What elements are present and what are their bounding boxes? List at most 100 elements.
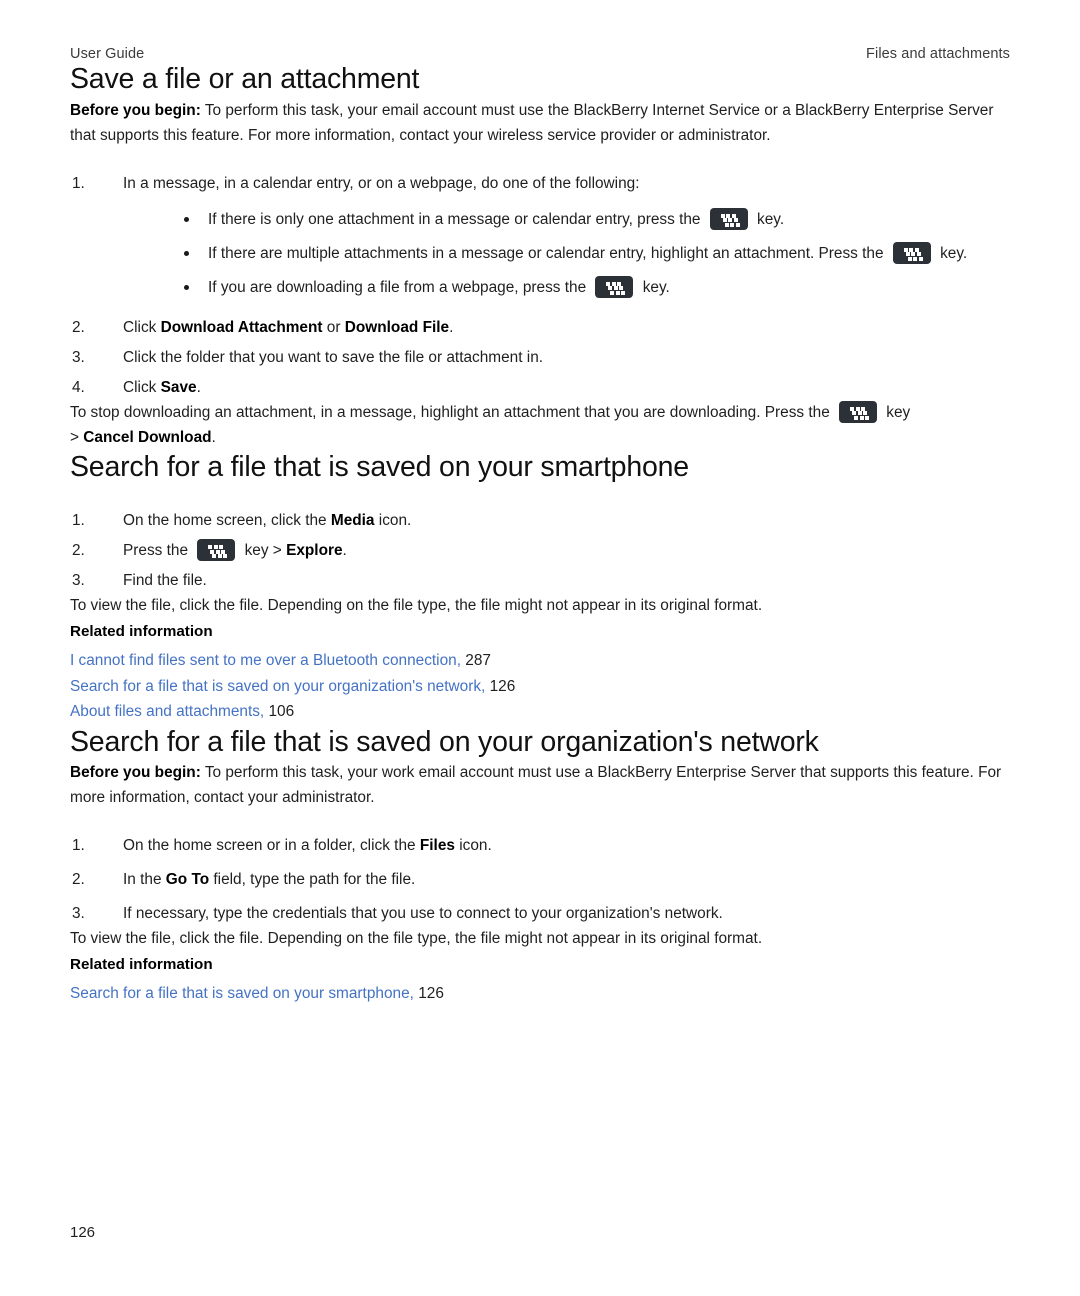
blackberry-menu-key-icon	[839, 400, 878, 423]
before-you-begin-text: To perform this task, your email account…	[70, 101, 994, 144]
page-number: 126	[70, 1224, 96, 1241]
step-text-post: .	[196, 378, 201, 396]
related-information-list: I cannot find files sent to me over a Bl…	[70, 648, 1010, 725]
related-link[interactable]: I cannot find files sent to me over a Bl…	[70, 652, 461, 669]
step-text-post: field, type the path for the file.	[209, 871, 416, 889]
related-link-page: 126	[489, 677, 516, 695]
step-text: If necessary, type the credentials that …	[123, 905, 723, 923]
step-bold-files: Files	[419, 837, 455, 855]
step-bold-go-to: Go To	[165, 871, 210, 889]
stop-line2-post: .	[211, 428, 216, 446]
step-text-pre: Click	[123, 318, 161, 336]
step-number: 1.	[72, 837, 85, 855]
step-item: 3. Click the folder that you want to sav…	[70, 346, 1010, 370]
view-file-paragraph: To view the file, click the file. Depend…	[70, 930, 763, 948]
step-number: 3.	[72, 905, 85, 923]
blackberry-menu-key-icon	[709, 207, 748, 230]
list-item: About files and attachments, 106	[70, 699, 1010, 725]
view-file-paragraph: To view the file, click the file. Depend…	[70, 597, 763, 615]
step-bold-media: Media	[330, 512, 375, 530]
step-number: 3.	[72, 572, 85, 590]
step-text: Find the file.	[123, 572, 207, 590]
step-text-pre: On the home screen or in a folder, click…	[123, 837, 420, 855]
bullet-text-post: key.	[752, 210, 785, 228]
bullet-dot-icon	[184, 250, 189, 256]
step-text-mid: or	[322, 318, 345, 336]
step-item: 3. If necessary, type the credentials th…	[70, 902, 1010, 926]
bullet-text-pre: If you are downloading a file from a web…	[208, 278, 591, 296]
list-item: Search for a file that is saved on your …	[70, 981, 1010, 1007]
step-text: In a message, in a calendar entry, or on…	[123, 174, 640, 192]
running-header: User Guide Files and attachments	[60, 0, 1020, 62]
related-link-page: 126	[418, 985, 444, 1003]
step-item: 1. On the home screen, click the Media i…	[70, 509, 1010, 533]
step-number: 1.	[72, 174, 85, 192]
step-item: 1. On the home screen or in a folder, cl…	[70, 834, 1010, 858]
list-item: Search for a file that is saved on your …	[70, 674, 1010, 700]
step-item: 1. In a message, in a calendar entry, or…	[70, 172, 1010, 302]
stop-text-pre: To stop downloading an attachment, in a …	[70, 403, 835, 421]
step-text-pre: In the	[123, 871, 166, 889]
step-bold-explore: Explore	[286, 542, 343, 560]
step-bold-download-file: Download File	[344, 318, 450, 336]
steps-list-search-organization: 1. On the home screen or in a folder, cl…	[70, 834, 1010, 926]
step-item: 2. In the Go To field, type the path for…	[70, 868, 1010, 892]
step-text-pre: On the home screen, click the	[123, 512, 331, 530]
step-text-post: icon.	[374, 512, 412, 530]
steps-list-search-smartphone: 1. On the home screen, click the Media i…	[70, 509, 1010, 593]
list-item: If there is only one attachment in a mes…	[123, 207, 1010, 234]
step-item: 3. Find the file.	[70, 569, 1010, 593]
related-link-page: 287	[465, 652, 491, 670]
bullet-text-pre: If there is only one attachment in a mes…	[208, 210, 705, 228]
related-information-heading: Related information	[70, 956, 213, 974]
section-title-search-organization: Search for a file that is saved on your …	[70, 725, 819, 758]
steps-list-save-a-file: 1. In a message, in a calendar entry, or…	[70, 172, 1010, 400]
before-you-begin-label: Before you begin:	[70, 101, 201, 119]
step-text-post: .	[449, 318, 454, 336]
section-title-save-a-file: Save a file or an attachment	[70, 63, 420, 95]
related-link[interactable]: Search for a file that is saved on your …	[70, 678, 485, 695]
bullet-dot-icon	[184, 216, 189, 222]
before-you-begin-paragraph-1: Before you begin: To perform this task, …	[70, 98, 1010, 148]
header-right-label: Files and attachments	[866, 46, 1010, 62]
blackberry-menu-key-icon	[595, 275, 634, 298]
bullet-text-pre: If there are multiple attachments in a m…	[208, 244, 888, 262]
step-number: 2.	[72, 542, 85, 560]
bullet-text-post: key.	[935, 244, 968, 262]
step-number: 2.	[72, 318, 85, 336]
list-item: If you are downloading a file from a web…	[123, 275, 1010, 302]
step-item: 2. Press the key > Explore.	[70, 539, 1010, 563]
related-link-page: 106	[268, 703, 295, 721]
list-item: If there are multiple attachments in a m…	[123, 241, 1010, 268]
related-information-list: Search for a file that is saved on your …	[70, 981, 1010, 1007]
document-page: User Guide Files and attachments Save a …	[0, 0, 1080, 1296]
stop-text-post: key	[882, 403, 911, 421]
step-text-mid: key >	[240, 542, 287, 560]
related-link[interactable]: About files and attachments,	[70, 703, 264, 720]
step-bold-download-attachment: Download Attachment	[160, 318, 323, 336]
section-title-search-smartphone: Search for a file that is saved on your …	[70, 450, 689, 483]
stop-line2-pre: >	[70, 428, 84, 446]
step-number: 2.	[72, 871, 85, 889]
blackberry-menu-key-icon	[892, 241, 931, 264]
stop-bold-cancel-download: Cancel Download	[83, 428, 212, 446]
document-content: Save a file or an attachment Before you …	[60, 62, 1020, 1007]
list-item: I cannot find files sent to me over a Bl…	[70, 648, 1010, 674]
header-left-label: User Guide	[70, 46, 145, 62]
step-text-pre: Press the	[123, 542, 193, 560]
stop-downloading-paragraph: To stop downloading an attachment, in a …	[70, 400, 1010, 450]
step-item: 2. Click Download Attachment or Download…	[70, 316, 1010, 340]
blackberry-menu-key-icon	[197, 539, 236, 562]
step-text-post: icon.	[454, 837, 492, 855]
bullet-dot-icon	[184, 284, 189, 290]
step-item: 4. Click Save.	[70, 376, 1010, 400]
before-you-begin-text: To perform this task, your work email ac…	[70, 764, 1002, 807]
related-link[interactable]: Search for a file that is saved on your …	[70, 985, 414, 1002]
before-you-begin-paragraph-2: Before you begin: To perform this task, …	[70, 760, 1010, 810]
step-text: Click the folder that you want to save t…	[123, 348, 544, 366]
before-you-begin-label: Before you begin:	[70, 764, 201, 782]
step-text-post: .	[342, 542, 347, 560]
bullet-list-save-options: If there is only one attachment in a mes…	[123, 207, 1010, 302]
related-information-heading: Related information	[70, 623, 213, 641]
bullet-text-post: key.	[638, 278, 670, 296]
